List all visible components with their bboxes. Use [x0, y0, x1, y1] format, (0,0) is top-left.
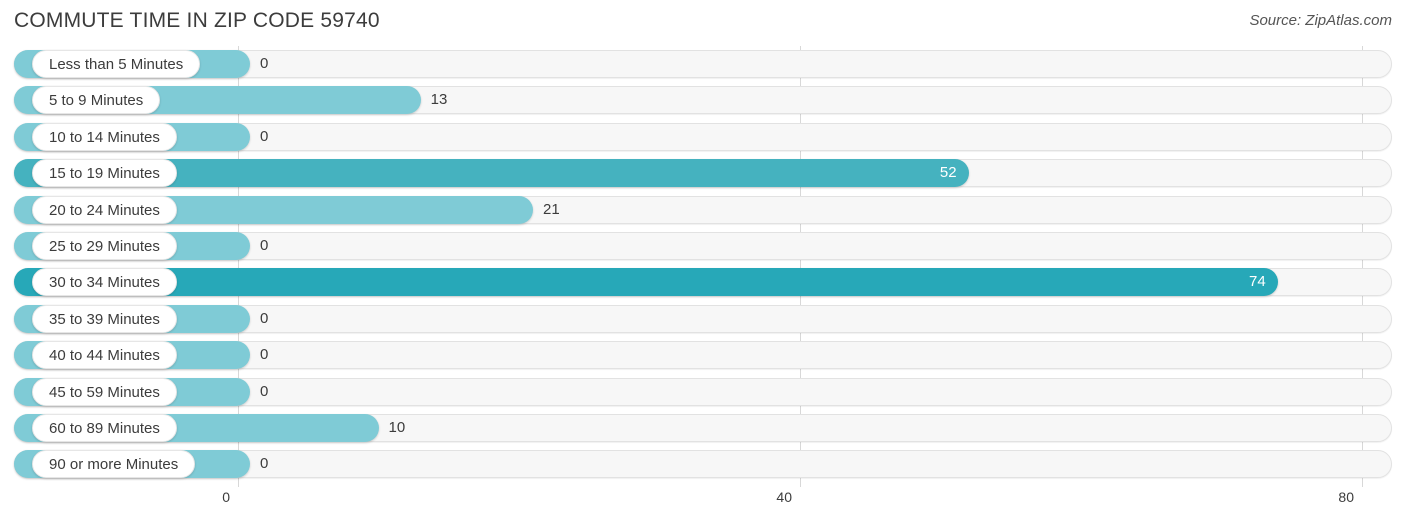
- chart-page: COMMUTE TIME IN ZIP CODE 59740 Source: Z…: [0, 0, 1406, 523]
- bar-value-label: 21: [543, 200, 560, 218]
- bar-category-label[interactable]: 20 to 24 Minutes: [32, 195, 177, 224]
- bar-category-label[interactable]: 30 to 34 Minutes: [32, 268, 177, 297]
- bar-row: 0 35 to 39 Minutes: [0, 301, 1406, 337]
- bar-row: 0 Less than 5 Minutes: [0, 46, 1406, 82]
- bar-row: 13 5 to 9 Minutes: [0, 82, 1406, 118]
- bar-value-label: 0: [260, 346, 269, 364]
- bar-row: 0 10 to 14 Minutes: [0, 119, 1406, 155]
- bar-row: 52 15 to 19 Minutes: [0, 155, 1406, 191]
- x-tick-label: 40: [776, 489, 792, 505]
- bar-category-label[interactable]: 60 to 89 Minutes: [32, 413, 177, 442]
- bar-category-label[interactable]: 5 to 9 Minutes: [32, 86, 161, 115]
- x-axis: 0 40 80: [0, 487, 1406, 523]
- bar-category-label[interactable]: 35 to 39 Minutes: [32, 304, 177, 333]
- bar-value-label: 13: [430, 91, 448, 109]
- bar-category-label[interactable]: 45 to 59 Minutes: [32, 377, 177, 406]
- x-tick-label: 0: [222, 489, 230, 505]
- bar-row: 0 40 to 44 Minutes: [0, 337, 1406, 373]
- bar-value-label: 0: [260, 127, 269, 145]
- bar-value-label: 10: [388, 418, 406, 436]
- bar-row: 0 25 to 29 Minutes: [0, 228, 1406, 264]
- bar-row: 0 45 to 59 Minutes: [0, 374, 1406, 410]
- bar-value-label: 0: [260, 55, 269, 72]
- bar-row: 10 60 to 89 Minutes: [0, 410, 1406, 446]
- bar-rows: 0 Less than 5 Minutes 13 5 to 9 Minutes 0 10 …: [0, 46, 1406, 483]
- bar-row: 21 20 to 24 Minutes: [0, 192, 1406, 228]
- bar-category-label[interactable]: 40 to 44 Minutes: [32, 341, 177, 370]
- bar-value-label: 0: [260, 236, 269, 254]
- bar-value-label: 74: [1249, 273, 1266, 291]
- chart-header: COMMUTE TIME IN ZIP CODE 59740 Source: Z…: [0, 0, 1406, 46]
- bar-value-label: 0: [260, 455, 269, 473]
- bar-value-label: 0: [260, 309, 269, 327]
- plot-area: 0 Less than 5 Minutes 13 5 to 9 Minutes 0 10 …: [0, 46, 1406, 487]
- source-attribution: Source: ZipAtlas.com: [1249, 12, 1392, 29]
- bar-row: 0 90 or more Minutes: [0, 446, 1406, 482]
- bar-row: 74 30 to 34 Minutes: [0, 264, 1406, 300]
- bar-value-label: 0: [260, 382, 269, 400]
- bar-category-label[interactable]: 90 or more Minutes: [32, 450, 196, 479]
- bar-category-label[interactable]: 25 to 29 Minutes: [32, 231, 177, 260]
- x-tick-label: 80: [1338, 489, 1354, 505]
- bar-category-label[interactable]: 10 to 14 Minutes: [32, 122, 177, 151]
- bar-category-label[interactable]: Less than 5 Minutes: [32, 50, 201, 78]
- page-title: COMMUTE TIME IN ZIP CODE 59740: [14, 9, 380, 32]
- bar-category-label[interactable]: 15 to 19 Minutes: [32, 159, 177, 188]
